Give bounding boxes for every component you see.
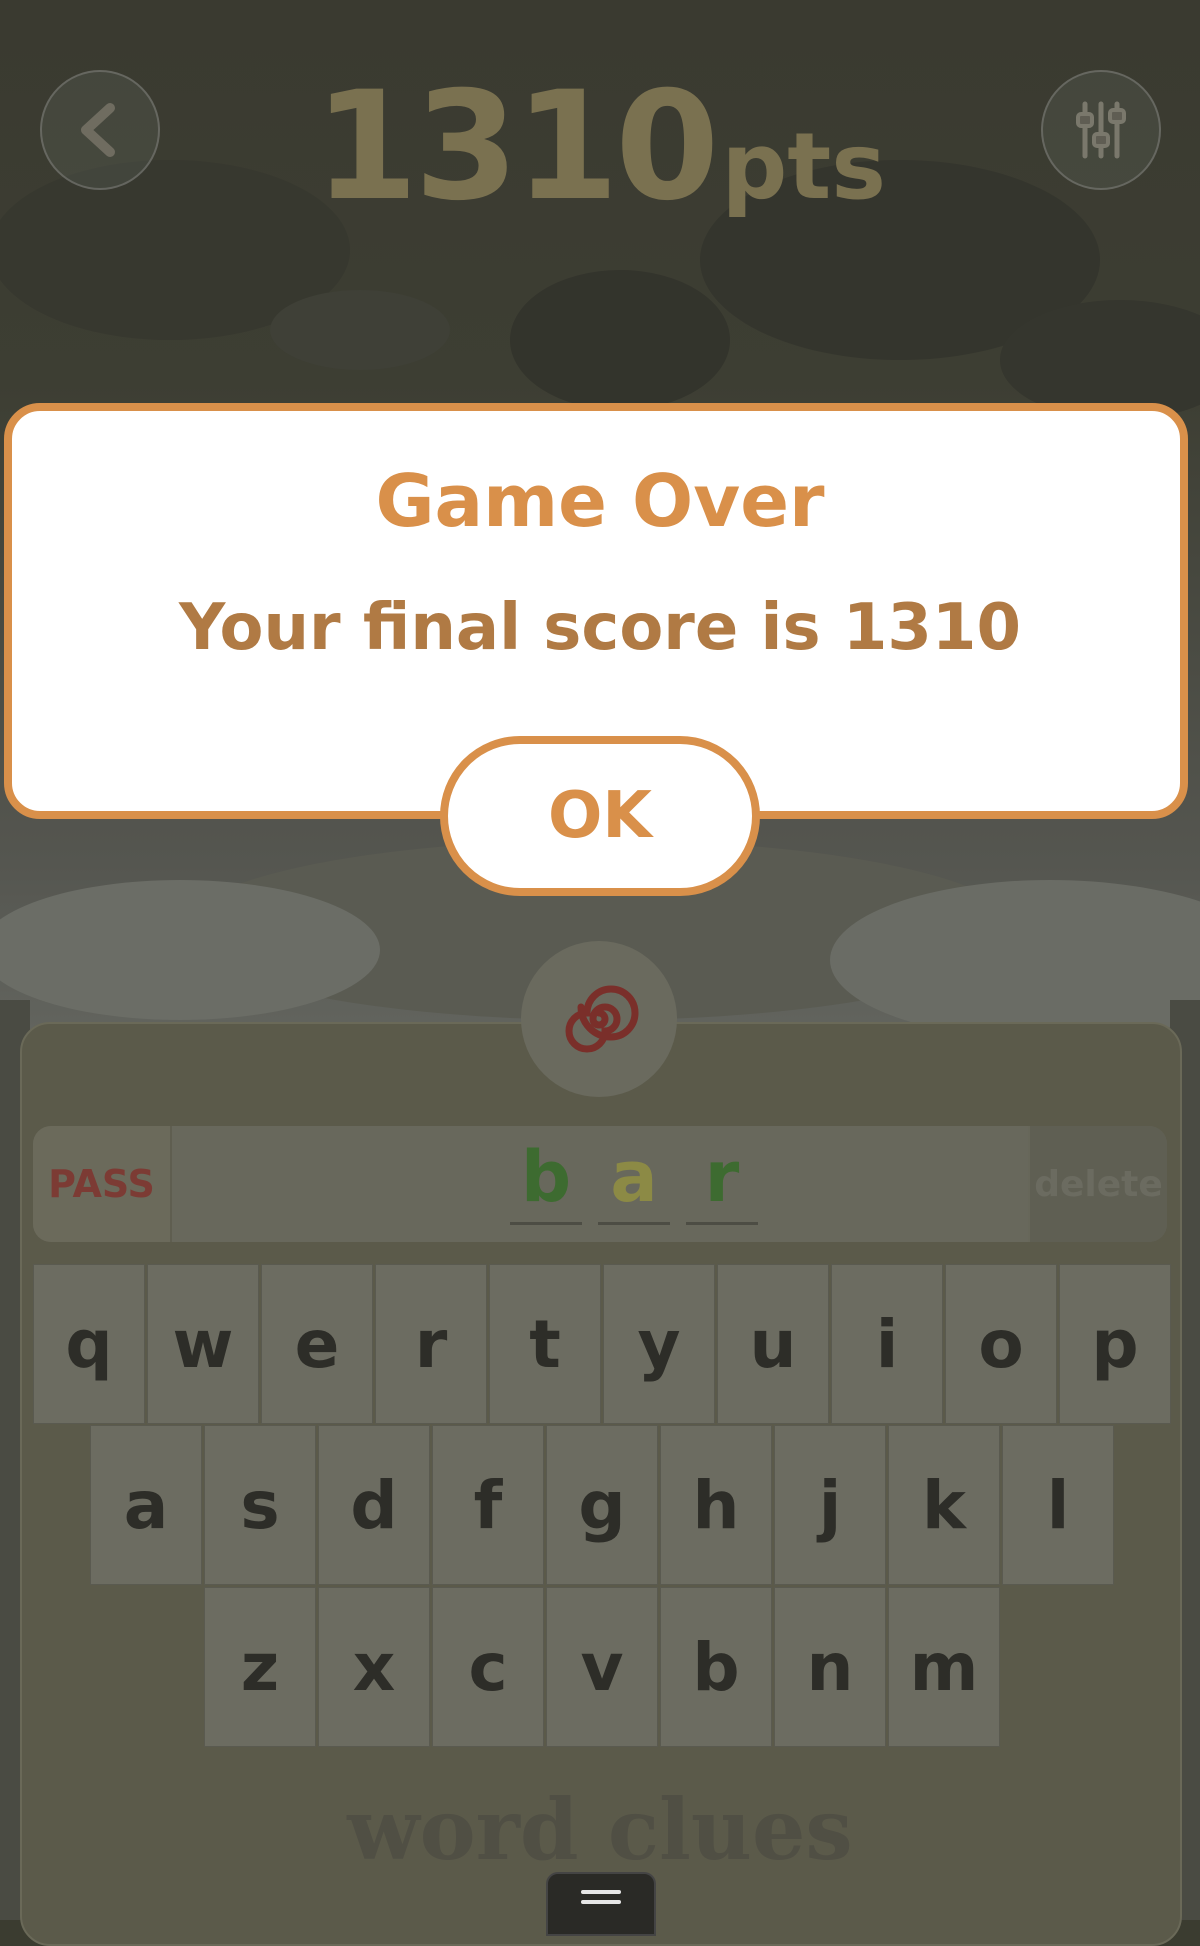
key-e[interactable]: e [261, 1264, 373, 1424]
ok-button[interactable]: OK [440, 736, 760, 896]
spiral-icon [565, 985, 639, 1053]
dialog-title: Game Over [375, 459, 825, 543]
key-v[interactable]: v [546, 1587, 658, 1747]
key-h[interactable]: h [660, 1425, 772, 1585]
key-s[interactable]: s [204, 1425, 316, 1585]
key-z[interactable]: z [204, 1587, 316, 1747]
letter-slot: a [598, 1134, 670, 1225]
sliders-icon [1076, 101, 1126, 159]
menu-button[interactable] [546, 1872, 656, 1936]
key-c[interactable]: c [432, 1587, 544, 1747]
pass-button[interactable]: PASS [33, 1126, 172, 1242]
delete-button[interactable]: delete [1030, 1126, 1167, 1242]
key-f[interactable]: f [432, 1425, 544, 1585]
key-d[interactable]: d [318, 1425, 430, 1585]
game-title-logo: word clues [347, 1780, 853, 1879]
key-w[interactable]: w [147, 1264, 259, 1424]
key-g[interactable]: g [546, 1425, 658, 1585]
score-value: 1310 [313, 60, 719, 234]
key-p[interactable]: p [1059, 1264, 1171, 1424]
key-n[interactable]: n [774, 1587, 886, 1747]
word-input-display: b a r [172, 1126, 1028, 1242]
key-r[interactable]: r [375, 1264, 487, 1424]
key-m[interactable]: m [888, 1587, 1000, 1747]
key-t[interactable]: t [489, 1264, 601, 1424]
dialog-message: Your final score is 1310 [179, 591, 1021, 665]
key-o[interactable]: o [945, 1264, 1057, 1424]
settings-button[interactable] [1041, 70, 1161, 190]
word-entry-row: PASS b a r delete [33, 1126, 1167, 1242]
score-unit: pts [721, 113, 887, 220]
score-display: 1310pts [0, 60, 1200, 234]
letter-slot: b [510, 1134, 582, 1225]
key-i[interactable]: i [831, 1264, 943, 1424]
key-y[interactable]: y [603, 1264, 715, 1424]
letter-slot: r [686, 1134, 758, 1225]
key-a[interactable]: a [90, 1425, 202, 1585]
key-k[interactable]: k [888, 1425, 1000, 1585]
key-u[interactable]: u [717, 1264, 829, 1424]
key-b[interactable]: b [660, 1587, 772, 1747]
key-q[interactable]: q [33, 1264, 145, 1424]
hint-button[interactable] [521, 941, 677, 1097]
key-x[interactable]: x [318, 1587, 430, 1747]
key-l[interactable]: l [1002, 1425, 1114, 1585]
key-j[interactable]: j [774, 1425, 886, 1585]
